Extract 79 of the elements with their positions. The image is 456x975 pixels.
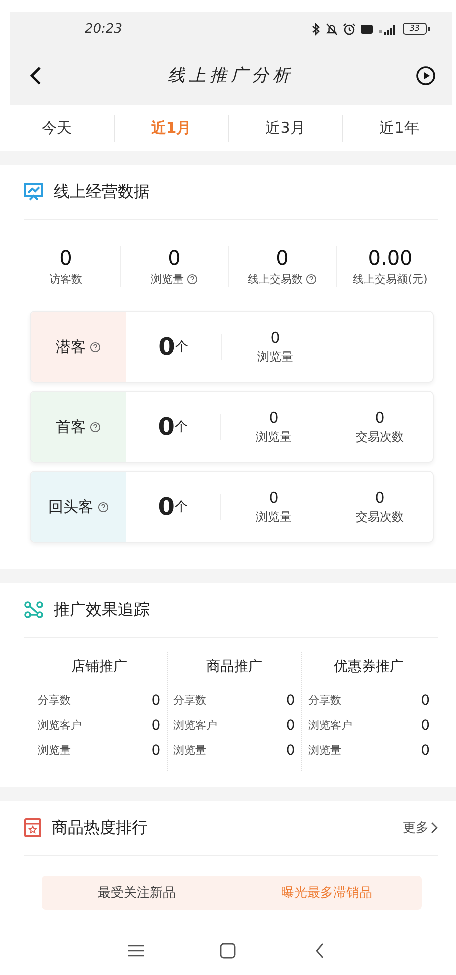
section-title: 推广效果追踪	[54, 600, 150, 620]
customer-type: 回头客	[48, 498, 94, 516]
more-link[interactable]: 更多	[403, 819, 438, 837]
promotion-metric-value: 0	[421, 692, 430, 708]
period-tab[interactable]: 近1年	[342, 114, 456, 142]
chart-icon	[24, 182, 44, 202]
home-icon	[220, 943, 236, 959]
promotion-metric-value: 0	[152, 742, 161, 758]
promotion-title: 店铺推广	[70, 658, 128, 676]
help-icon[interactable]	[90, 342, 101, 352]
count-unit: 个	[174, 419, 188, 436]
stat-value: 0	[168, 246, 181, 270]
promotion-metric-value: 0	[286, 742, 296, 758]
metric-label: 浏览量	[256, 508, 292, 526]
metric-label: 交易次数	[356, 508, 404, 526]
stat-label: 线上交易额(元)	[353, 272, 428, 287]
chevron-right-icon	[431, 822, 438, 834]
customer-type: 潜客	[56, 338, 86, 356]
help-icon[interactable]	[98, 502, 108, 512]
promotion-metric-value: 0	[421, 742, 430, 758]
promotion-metric-value: 0	[421, 718, 430, 734]
period-tab[interactable]: 今天	[0, 114, 114, 142]
section-title: 商品热度排行	[52, 818, 148, 838]
hd-icon	[360, 24, 373, 34]
metric-value: 0	[270, 328, 280, 346]
stat-value: 0.00	[368, 246, 413, 270]
metric-label: 浏览量	[258, 348, 294, 366]
signal-icon	[378, 24, 398, 34]
promotion-metric-value: 0	[286, 718, 296, 734]
help-icon[interactable]	[306, 274, 317, 285]
promotion-title: 优惠券推广	[333, 658, 406, 676]
back-icon	[29, 66, 43, 86]
help-icon[interactable]	[90, 422, 101, 432]
alarm-icon	[342, 22, 356, 36]
metric-value: 0	[269, 408, 279, 426]
promotion-metric-value: 0	[152, 718, 161, 734]
section-title: 线上经营数据	[54, 182, 150, 202]
badge-icon	[24, 818, 42, 838]
promotion-metric-value: 0	[152, 692, 161, 708]
stat-label: 浏览量	[151, 272, 184, 287]
metric-label: 浏览量	[256, 428, 292, 446]
help-icon[interactable]	[187, 274, 198, 285]
period-tab[interactable]: 近3月	[228, 114, 342, 142]
promotion-title: 商品推广	[205, 658, 264, 676]
back-icon	[315, 943, 325, 959]
stat-label: 访客数	[50, 272, 82, 287]
share-nodes-icon	[24, 601, 44, 619]
promotion-metric-label: 浏览客户	[174, 718, 218, 733]
ranking-tab[interactable]: 最受关注新品	[42, 883, 232, 903]
customer-count: 0	[158, 333, 176, 361]
menu-icon	[128, 945, 144, 957]
promotion-metric-label: 浏览客户	[308, 718, 352, 733]
promotion-metric-label: 浏览量	[174, 743, 207, 758]
metric-value: 0	[375, 488, 385, 506]
customer-count: 0	[158, 413, 175, 441]
promotion-metric-label: 浏览量	[38, 743, 71, 758]
promotion-metric-value: 0	[286, 692, 296, 708]
metric-value: 0	[375, 408, 385, 426]
stat-label: 线上交易数	[248, 272, 303, 287]
play-icon	[416, 66, 436, 86]
metric-label: 交易次数	[356, 428, 404, 446]
muted-bell-icon	[326, 22, 338, 36]
promotion-metric-label: 浏览客户	[38, 718, 82, 733]
play-button[interactable]	[414, 64, 438, 88]
page-title: 线上推广分析	[167, 65, 295, 87]
stat-value: 0	[276, 246, 289, 270]
bluetooth-icon	[312, 22, 321, 36]
metric-value: 0	[269, 488, 279, 506]
count-unit: 个	[174, 499, 188, 516]
promotion-metric-label: 分享数	[38, 693, 71, 708]
customer-type: 首客	[56, 418, 86, 436]
status-time: 20:23	[85, 22, 122, 36]
battery-indicator: 33	[402, 23, 427, 35]
count-unit: 个	[175, 339, 188, 356]
promotion-metric-label: 分享数	[308, 693, 342, 708]
promotion-metric-label: 分享数	[174, 693, 207, 708]
stat-value: 0	[60, 246, 72, 270]
customer-count: 0	[158, 493, 175, 521]
promotion-metric-label: 浏览量	[308, 743, 342, 758]
